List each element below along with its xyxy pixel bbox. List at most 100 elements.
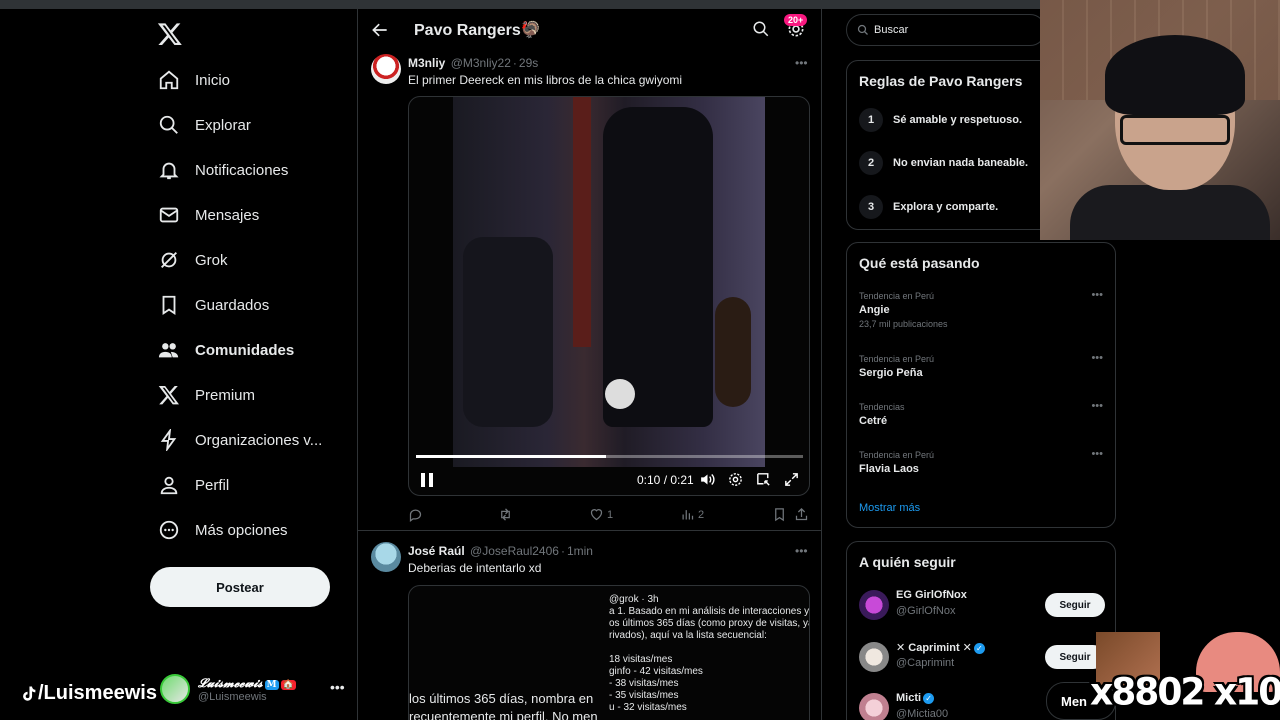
trend-topic: Cetré [859,415,888,427]
avatar[interactable] [859,693,889,720]
avatar[interactable] [859,642,889,672]
avatar[interactable] [859,590,889,620]
video-time: 0:10 / 0:21 [637,473,694,487]
follow-handle: @GirlOfNox [896,605,956,617]
more-dots-icon[interactable]: ••• [330,679,345,695]
video-ball [605,379,635,409]
volume-icon[interactable] [699,471,716,488]
trend-count: 23,7 mil publicaciones [859,319,948,329]
nav-item-explorar[interactable]: Explorar [158,110,251,140]
nav-item-mas-opciones[interactable]: Más opciones [158,515,288,545]
webcam-overlay [1040,0,1280,240]
trend-item[interactable]: Tendencia en Perú Sergio Peña ••• [859,352,1105,379]
follow-handle: @Caprimint [896,657,955,669]
follow-name-row: ✕ Caprimint ✕ ✓ [896,641,985,654]
author-handle: @M3nliy22 [450,56,511,70]
author-name[interactable]: M3nliy [408,56,445,70]
fullscreen-icon[interactable] [783,471,800,488]
nav-item-guardados[interactable]: Guardados [158,290,269,320]
nav-item-grok[interactable]: Grok [158,245,228,275]
like-count: 1 [607,508,614,521]
author-handle: @JoseRaul2406 [470,544,559,558]
trends-panel: Qué está pasando Tendencia en Perú Angie… [846,242,1116,528]
main-column: Pavo Rangers🦃 20+ M3nliy @M3nliy22 · 29s •… [357,9,822,720]
share-button[interactable] [794,507,809,522]
settings-gear-icon[interactable] [727,471,744,488]
nav-item-mensajes[interactable]: Mensajes [158,200,259,230]
trend-context: Tendencia en Perú [859,450,935,460]
account-badge-r: 🏠 [280,679,296,690]
avatar[interactable] [371,542,401,572]
video-frame [453,97,765,467]
follow-name: Micti [896,692,922,704]
like-button[interactable]: 1 [589,507,613,522]
video-progress-fill [416,455,606,458]
x-logo-icon[interactable] [157,21,183,47]
video-guitar [715,297,751,407]
account-name: 𝓛𝓾𝓲𝓼𝓶𝓮𝓮𝔀𝓲𝓼 [198,675,263,690]
post-button[interactable]: Postear [150,567,330,607]
video-progress-bar[interactable] [416,455,803,458]
person-icon [160,476,178,495]
webcam-glasses [1120,115,1230,145]
account-handle: @Luismeewis [198,690,267,703]
rules-title: Reglas de Pavo Rangers [859,73,1023,89]
more-dots-icon[interactable]: ••• [1091,448,1103,460]
search-icon [159,115,178,134]
rule-text: Sé amable y respetuoso. [893,114,1022,126]
mail-icon [159,207,179,223]
more-dots-icon[interactable]: ••• [1091,289,1103,301]
rule-item[interactable]: 1 Sé amable y respetuoso. [859,108,1022,132]
author-name[interactable]: José Raúl [408,544,465,558]
rule-item[interactable]: 3 Explora y comparte. [859,195,998,219]
more-dots-icon[interactable]: ••• [795,544,808,558]
nav-item-comunidades[interactable]: Comunidades [158,335,294,365]
bookmark-button[interactable] [772,507,787,522]
search-input[interactable] [874,24,1024,36]
follow-name-row: Micti ✓ [896,692,935,704]
follow-name: ✕ Caprimint ✕ [896,642,972,654]
account-switcher[interactable]: 𝓛𝓾𝓲𝓼𝓶𝓮𝓮𝔀𝓲𝓼 M 🏠 @Luismeewis ••• [160,669,350,709]
nav-item-organizaciones[interactable]: Organizaciones v... [158,425,322,455]
trend-item[interactable]: Tendencia en Perú Flavia Laos ••• [859,448,1105,475]
video-player[interactable]: 0:10 / 0:21 [408,96,810,496]
more-dots-icon[interactable]: ••• [1091,352,1103,364]
more-dots-icon[interactable]: ••• [1091,400,1103,412]
search-icon[interactable] [752,20,770,38]
back-arrow-icon[interactable] [370,20,390,40]
trend-topic: Angie [859,304,890,316]
bookmark-icon [775,508,784,522]
follow-suggestion[interactable]: EG GirlOfNox @GirlOfNox Seguir [859,587,1105,623]
rule-item[interactable]: 2 No envian nada baneable. [859,151,1028,175]
trend-item[interactable]: Tendencias Cetré ••• [859,400,1105,427]
trend-context: Tendencia en Perú [859,291,935,301]
nav-label: Explorar [195,116,251,134]
trend-item[interactable]: Tendencia en Perú Angie 23,7 mil publica… [859,289,1105,329]
home-icon [159,70,179,90]
follow-suggestion[interactable]: ✕ Caprimint ✕ ✓ @Caprimint Seguir [859,639,1105,675]
pause-icon[interactable] [420,472,434,488]
trend-topic: Flavia Laos [859,463,919,475]
more-dots-icon[interactable]: ••• [795,56,808,70]
follow-handle: @Mictia00 [896,708,949,720]
chart-bar-icon [682,510,694,520]
reply-button[interactable] [408,507,426,522]
trends-title: Qué está pasando [859,255,980,271]
picture-in-picture-icon[interactable] [755,471,772,488]
image-text-lines: @grok · 3h a 1. Basado en mi análisis de… [609,594,810,713]
views-button[interactable]: 2 [680,507,704,522]
show-more-link[interactable]: Mostrar más [859,502,920,514]
avatar[interactable] [371,54,401,84]
search-field[interactable] [846,14,1046,46]
tweet-time[interactable]: 29s [519,56,538,70]
views-count: 2 [698,508,705,521]
nav-item-notificaciones[interactable]: Notificaciones [158,155,288,185]
nav-item-inicio[interactable]: Inicio [158,65,230,95]
follow-button[interactable]: Seguir [1045,593,1105,617]
webcam-body [1070,185,1270,240]
retweet-button[interactable] [498,507,516,522]
nav-item-premium[interactable]: Premium [158,380,255,410]
nav-item-perfil[interactable]: Perfil [158,470,229,500]
tweet-time[interactable]: 1min [567,544,593,558]
tweet-image[interactable]: @grok · 3h a 1. Basado en mi análisis de… [408,585,810,720]
